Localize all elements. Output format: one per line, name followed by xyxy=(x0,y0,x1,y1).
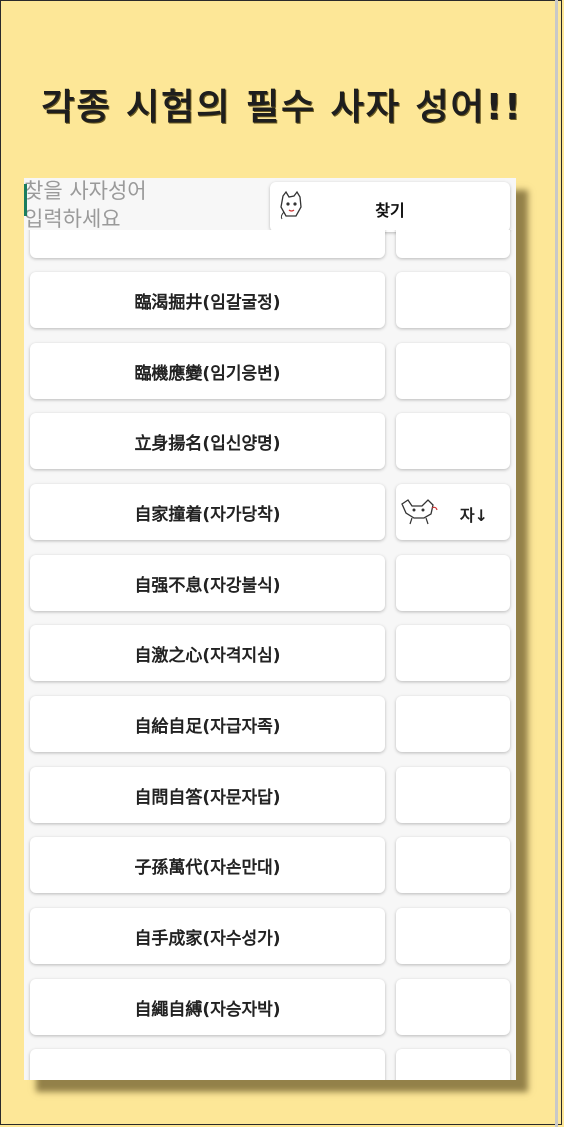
list-item: 自手成家(자수성가) xyxy=(24,908,516,968)
scroll-edge xyxy=(555,0,558,1127)
search-button[interactable]: 찾기 xyxy=(270,182,510,232)
text-cursor xyxy=(24,184,27,216)
phrase-button[interactable]: 自繩自縛(자승자박) xyxy=(30,979,385,1035)
list-item: 臨機應變(임기응변) xyxy=(24,343,516,403)
index-button[interactable] xyxy=(396,343,510,399)
phrase-button[interactable]: 臨渴掘井(임갈굴정) xyxy=(30,272,385,328)
index-button[interactable]: 자↓ xyxy=(396,484,510,540)
index-button[interactable] xyxy=(396,625,510,681)
index-button[interactable] xyxy=(396,230,510,258)
list-item: 臨渴掘井(임갈굴정) xyxy=(24,272,516,332)
index-button[interactable] xyxy=(396,272,510,328)
index-button[interactable] xyxy=(396,696,510,752)
list-item: 子孫萬代(자손만대) xyxy=(24,837,516,897)
phrase-button[interactable]: 自强不息(자강불식) xyxy=(30,555,385,611)
list-item xyxy=(24,1049,516,1080)
list-item: 自問自答(자문자답) xyxy=(24,767,516,827)
phrase-button[interactable] xyxy=(30,1049,385,1080)
list-item: 自强不息(자강불식) xyxy=(24,555,516,615)
phrase-button[interactable]: 自給自足(자급자족) xyxy=(30,696,385,752)
index-button[interactable] xyxy=(396,837,510,893)
page-title: 각종 시험의 필수 사자 성어!! xyxy=(41,87,523,128)
phrase-panel: 찾을 사자성어 입력하세요 찾기 臨渴掘井(임갈굴정) 臨機應變(임기응변) 立… xyxy=(24,178,516,1080)
index-button[interactable] xyxy=(396,979,510,1035)
search-placeholder-line2: 입력하세요 xyxy=(24,207,121,230)
phrase-button[interactable]: 自手成家(자수성가) xyxy=(30,908,385,964)
index-button[interactable] xyxy=(396,555,510,611)
phrase-button[interactable]: 臨機應變(임기응변) xyxy=(30,343,385,399)
phrase-list[interactable]: 臨渴掘井(임갈굴정) 臨機應變(임기응변) 立身揚名(입신양명) 自家撞着(자가… xyxy=(24,230,516,1080)
list-item: 自繩自縛(자승자박) xyxy=(24,979,516,1039)
index-button[interactable] xyxy=(396,1049,510,1080)
search-button-label: 찾기 xyxy=(375,201,405,220)
phrase-button[interactable]: 自家撞着(자가당착) xyxy=(30,484,385,540)
phrase-button[interactable]: 自激之心(자격지심) xyxy=(30,625,385,681)
list-item: 自給自足(자급자족) xyxy=(24,696,516,756)
phrase-button[interactable]: 自問自答(자문자답) xyxy=(30,767,385,823)
list-item: 自家撞着(자가당착) 자↓ xyxy=(24,484,516,544)
index-button[interactable] xyxy=(396,908,510,964)
search-placeholder-line1: 찾을 사자성어 xyxy=(24,179,147,203)
search-input[interactable]: 찾을 사자성어 입력하세요 xyxy=(24,178,264,230)
list-item: 立身揚名(입신양명) xyxy=(24,413,516,473)
index-button-label: 자↓ xyxy=(459,506,488,525)
lion-mascot-icon xyxy=(401,499,438,525)
index-button[interactable] xyxy=(396,767,510,823)
phrase-button[interactable]: 立身揚名(입신양명) xyxy=(30,413,385,469)
phrase-button[interactable] xyxy=(30,230,385,258)
list-item: 自激之心(자격지심) xyxy=(24,625,516,685)
phrase-button[interactable]: 子孫萬代(자손만대) xyxy=(30,837,385,893)
index-button[interactable] xyxy=(396,413,510,469)
list-item xyxy=(24,230,516,262)
